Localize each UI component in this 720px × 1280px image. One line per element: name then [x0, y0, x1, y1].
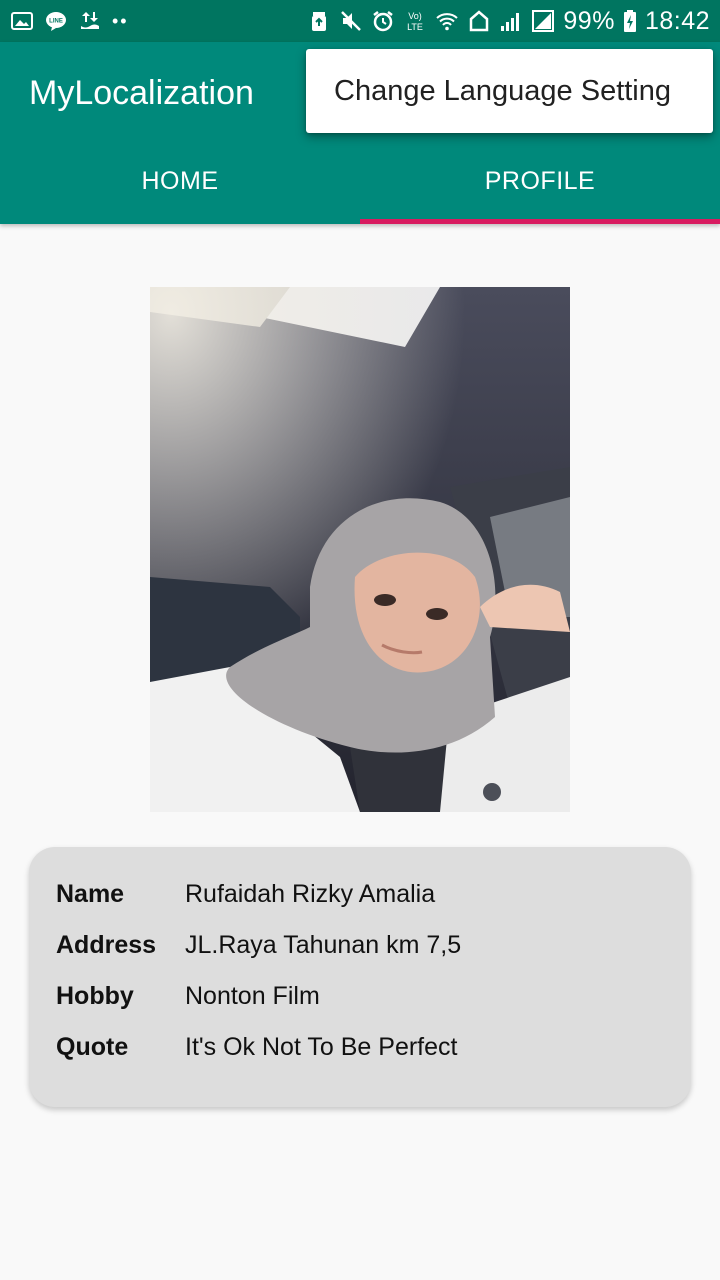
profile-value: It's Ok Not To Be Perfect — [185, 1032, 458, 1061]
profile-row-hobby: Hobby Nonton Film — [56, 976, 320, 1016]
profile-row-name: Name Rufaidah Rizky Amalia — [56, 874, 435, 914]
gallery-icon — [10, 9, 34, 33]
overflow-menu: Change Language Setting — [306, 49, 713, 133]
recycle-icon — [307, 9, 331, 33]
status-bar-left: LINE •• — [10, 8, 129, 34]
profile-card: Name Rufaidah Rizky Amalia Address JL.Ra… — [29, 847, 691, 1107]
tab-indicator — [360, 219, 720, 224]
svg-text:LTE: LTE — [407, 22, 423, 32]
profile-value: JL.Raya Tahunan km 7,5 — [185, 930, 462, 959]
profile-photo — [150, 287, 570, 812]
profile-key: Name — [56, 879, 125, 908]
app-title: MyLocalization — [29, 74, 254, 112]
svg-text:LINE: LINE — [49, 19, 63, 25]
battery-icon — [623, 9, 637, 33]
status-time: 18:42 — [644, 6, 710, 35]
alarm-icon — [371, 9, 395, 33]
home-icon — [467, 9, 491, 33]
profile-key: Quote — [56, 1032, 129, 1061]
profile-row-quote: Quote It's Ok Not To Be Perfect — [56, 1027, 457, 1067]
tab-home[interactable]: HOME — [0, 142, 360, 224]
battery-percent: 99% — [563, 6, 615, 35]
tab-profile[interactable]: PROFILE — [360, 142, 720, 224]
status-bar: LINE •• Vo) LTE 99% 18:42 — [0, 0, 720, 42]
menu-item-change-language[interactable]: Change Language Setting — [306, 49, 713, 133]
more-dots-icon: •• — [112, 11, 129, 31]
volte-icon: Vo) LTE — [403, 9, 427, 33]
profile-row-address: Address JL.Raya Tahunan km 7,5 — [56, 925, 461, 965]
svg-text:Vo): Vo) — [409, 11, 423, 21]
line-icon: LINE — [44, 9, 68, 33]
profile-value: Rufaidah Rizky Amalia — [185, 879, 436, 908]
status-bar-right: Vo) LTE 99% 18:42 — [307, 6, 710, 36]
tab-profile-label: PROFILE — [484, 166, 596, 195]
signal-icon — [499, 9, 523, 33]
signal-box-icon — [531, 9, 555, 33]
tab-bar: HOME PROFILE — [0, 142, 720, 224]
profile-key: Address — [56, 930, 157, 959]
tab-home-label: HOME — [141, 166, 219, 195]
profile-key: Hobby — [56, 981, 134, 1010]
mute-icon — [339, 9, 363, 33]
upload-icon — [78, 9, 102, 33]
profile-value: Nonton Film — [185, 981, 320, 1010]
wifi-icon — [435, 9, 459, 33]
